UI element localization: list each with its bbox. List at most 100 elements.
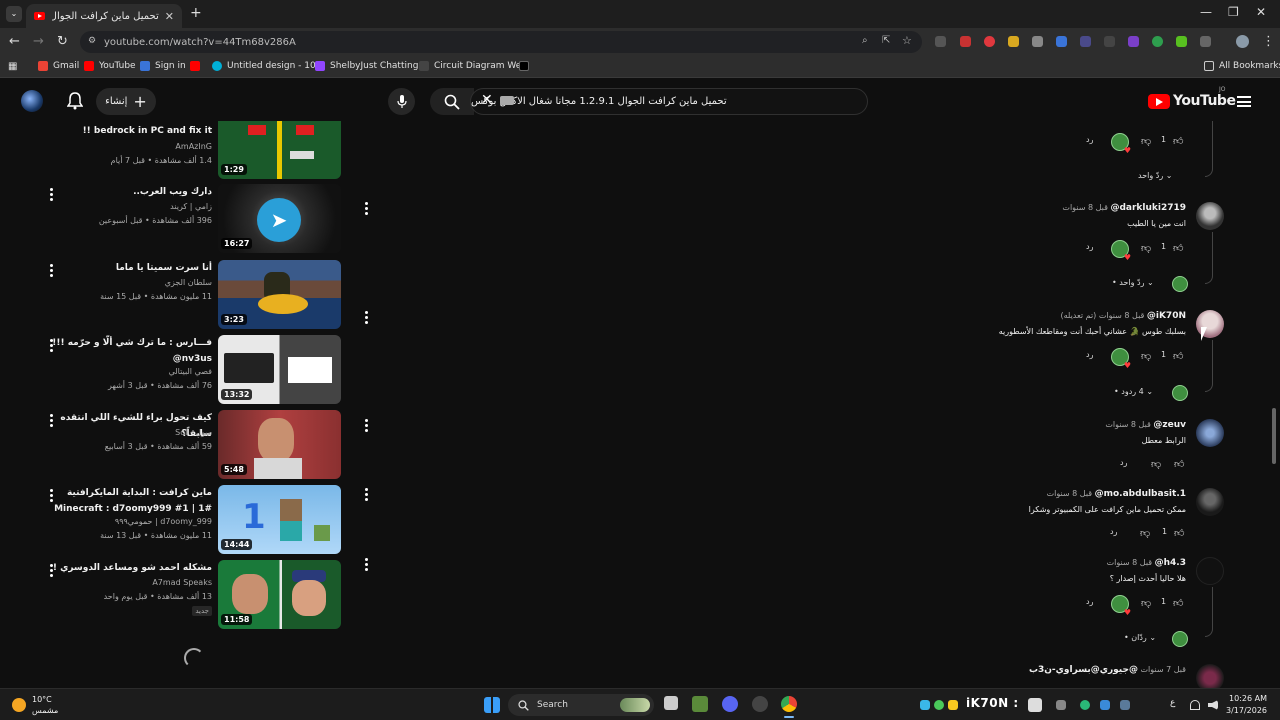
video-thumbnail[interactable]: 1 14:44: [218, 485, 341, 554]
dislike-icon[interactable]: 👎︎: [1141, 597, 1151, 609]
chrome-icon[interactable]: [781, 696, 797, 712]
weather-widget[interactable]: 10°C مشمس: [12, 694, 58, 716]
reply-button[interactable]: رد: [1110, 527, 1117, 536]
extension-icon[interactable]: [1176, 36, 1187, 47]
tray-icon[interactable]: [1028, 698, 1042, 712]
video-title[interactable]: كيف تحول براء للشيء اللي انتقده سابقاً؟: [52, 410, 212, 442]
dislike-icon[interactable]: 👎︎: [1141, 350, 1151, 362]
like-icon[interactable]: 👍︎: [1173, 135, 1183, 147]
channel-name[interactable]: زامي | كريند: [170, 202, 212, 211]
extensions-puzzle-icon[interactable]: [1200, 36, 1211, 47]
video-thumbnail[interactable]: 3:23: [218, 260, 341, 329]
more-actions-icon[interactable]: [365, 311, 369, 326]
keyboard-language[interactable]: ع: [1170, 698, 1175, 708]
channel-name[interactable]: سول - Sol: [175, 428, 212, 437]
commenter-avatar[interactable]: [1196, 488, 1224, 516]
voice-search-button[interactable]: [388, 88, 415, 115]
like-icon[interactable]: 👍︎: [1173, 350, 1183, 362]
like-icon[interactable]: 👍︎: [1173, 242, 1183, 254]
guide-menu-icon[interactable]: [1237, 96, 1251, 107]
video-thumbnail[interactable]: 13:32: [218, 335, 341, 404]
reply-button[interactable]: رد: [1086, 135, 1093, 144]
profile-avatar[interactable]: [1236, 35, 1249, 48]
video-title[interactable]: مشكله احمد شو ومساعد الدوسري !: [52, 560, 212, 576]
comment-author[interactable]: @جيوري@بسراوي-ن3ب: [1029, 665, 1138, 675]
tab-search-button[interactable]: ⌄: [6, 6, 22, 22]
extension-icon[interactable]: [1152, 36, 1163, 47]
tray-icon[interactable]: [1120, 700, 1130, 710]
extension-icon[interactable]: [1080, 36, 1091, 47]
restore-icon[interactable]: ❐: [1228, 5, 1239, 19]
commenter-avatar[interactable]: [1196, 664, 1224, 688]
video-title[interactable]: ماين كرافت : البداية المايكرافتية #1 | 1…: [52, 485, 212, 517]
active-tab[interactable]: تحميل ماين كرافت الجوال 1.2.9.1 ✕: [26, 4, 182, 28]
bookmark-circuit[interactable]: Circuit Diagram We...: [419, 61, 530, 71]
reply-button[interactable]: رد: [1120, 458, 1127, 467]
like-icon[interactable]: 👍︎: [1173, 597, 1183, 609]
browser-menu-icon[interactable]: ⋮: [1262, 34, 1275, 49]
recommendation-item[interactable]: 11:58 مشكله احمد شو ومساعد الدوسري ! A7m…: [40, 560, 342, 630]
search-button[interactable]: [430, 88, 474, 115]
extension-icon[interactable]: [1104, 36, 1115, 47]
video-thumbnail[interactable]: ➤ 16:27: [218, 184, 341, 253]
video-title[interactable]: bedrock in PC and fix it !!: [52, 123, 212, 139]
tray-icon[interactable]: [948, 700, 958, 710]
dislike-icon[interactable]: 👎︎: [1141, 135, 1151, 147]
reply-button[interactable]: رد: [1086, 242, 1093, 251]
extension-icon[interactable]: [935, 36, 946, 47]
more-actions-icon[interactable]: [365, 558, 369, 573]
recommendation-item[interactable]: 13:32 فـــارس : ما ترك شي ألّا و حرّمه !…: [40, 335, 342, 405]
comment-author[interactable]: @mo.abdulbasit.1: [1095, 489, 1186, 499]
install-app-icon[interactable]: ⇱: [882, 35, 890, 46]
extension-icon[interactable]: [984, 36, 995, 47]
tray-icon[interactable]: [1100, 700, 1110, 710]
clear-search-icon[interactable]: ✕: [481, 92, 493, 108]
tray-icon[interactable]: [1080, 700, 1090, 710]
bookmark-gmail[interactable]: Gmail: [38, 61, 79, 71]
video-title[interactable]: أنا سرت سميتا يا ماما: [52, 260, 212, 276]
apps-grid-icon[interactable]: ▦: [8, 61, 17, 72]
like-icon[interactable]: 👍︎: [1174, 458, 1184, 470]
comment-author[interactable]: @iK70N: [1147, 311, 1186, 321]
more-actions-icon[interactable]: [365, 488, 369, 503]
channel-name[interactable]: AmAzInG: [175, 142, 212, 151]
tray-icon[interactable]: [1056, 700, 1066, 710]
forward-icon[interactable]: →: [33, 34, 44, 49]
reply-button[interactable]: رد: [1086, 350, 1093, 359]
extension-icon[interactable]: [1032, 36, 1043, 47]
account-avatar[interactable]: [21, 90, 43, 112]
address-bar[interactable]: ⚙ youtube.com/watch?v=44Tm68v286A ⌕ ⇱ ☆: [80, 31, 922, 53]
video-thumbnail[interactable]: 1:29: [218, 121, 341, 179]
more-actions-icon[interactable]: [365, 419, 369, 434]
commenter-avatar[interactable]: [1196, 419, 1224, 447]
like-icon[interactable]: 👍︎: [1174, 527, 1184, 539]
dislike-icon[interactable]: 👎︎: [1151, 458, 1161, 470]
bookmark-untitled-design[interactable]: Untitled design - 10...: [212, 61, 324, 71]
replies-toggle[interactable]: ⌄ ردّان •: [1124, 633, 1156, 642]
recommendation-item[interactable]: 1:29 bedrock in PC and fix it !! AmAzInG…: [40, 121, 342, 179]
bookmark-youtube-small[interactable]: [190, 61, 205, 71]
dislike-icon[interactable]: 👎︎: [1140, 527, 1150, 539]
reload-icon[interactable]: ↻: [57, 34, 68, 49]
minimize-icon[interactable]: —: [1200, 5, 1212, 19]
search-input[interactable]: تحميل ماين كرافت الجوال 1.2.9.1 مجانا شغ…: [470, 88, 868, 115]
taskbar-clock[interactable]: 10:26 AM 3/17/2026: [1226, 693, 1267, 717]
bookmark-star-icon[interactable]: ☆: [902, 34, 912, 47]
app-icon[interactable]: [752, 696, 768, 712]
zoom-icon[interactable]: ⌕: [862, 35, 868, 46]
wifi-icon[interactable]: [1190, 700, 1200, 710]
commenter-avatar[interactable]: [1196, 557, 1224, 585]
recommendation-item[interactable]: ➤ 16:27 دارك ويب العرب.. زامي | كريند 39…: [40, 184, 342, 254]
video-title[interactable]: دارك ويب العرب..: [52, 184, 212, 200]
new-tab-button[interactable]: +: [190, 5, 202, 21]
replies-toggle[interactable]: ⌄ ردّ واحد: [1138, 171, 1172, 180]
taskbar-search[interactable]: Search: [508, 694, 654, 716]
replies-toggle[interactable]: ⌄ ردّ واحد •: [1112, 278, 1154, 287]
back-icon[interactable]: ←: [9, 34, 20, 49]
extension-icon[interactable]: [960, 36, 971, 47]
discord-icon[interactable]: [722, 696, 738, 712]
bookmark-signin[interactable]: Sign in: [140, 61, 186, 71]
create-button[interactable]: إنشاء +: [96, 88, 156, 115]
video-thumbnail[interactable]: 11:58: [218, 560, 341, 629]
recommendation-item[interactable]: 5:48 كيف تحول براء للشيء اللي انتقده ساب…: [40, 410, 342, 480]
